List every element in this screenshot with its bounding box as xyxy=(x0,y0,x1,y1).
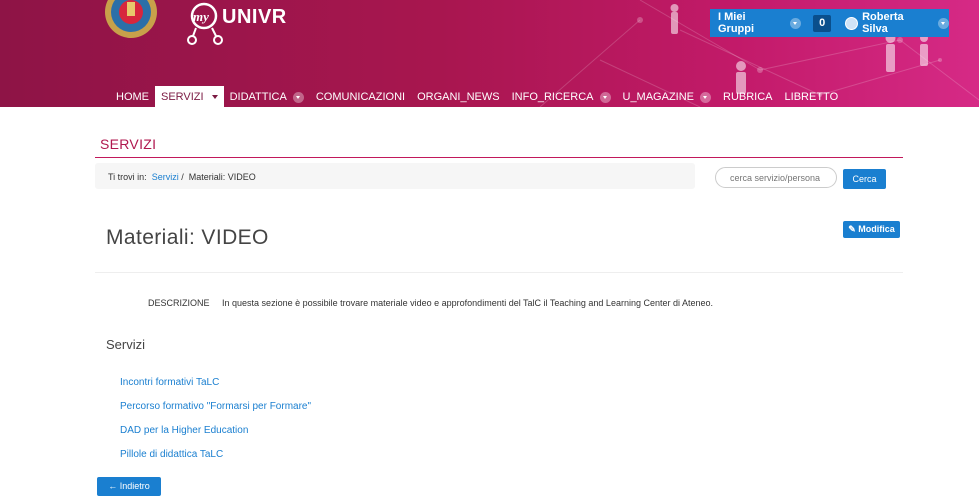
service-link-incontri-formativi[interactable]: Incontri formativi TaLC xyxy=(120,375,311,399)
nav-item-u-magazine[interactable]: U_MAGAZINE xyxy=(617,86,718,107)
breadcrumb-prefix: Ti trovi in: xyxy=(108,172,147,182)
nav-item-servizi[interactable]: SERVIZI xyxy=(155,86,224,107)
nav-item-libretto[interactable]: LIBRETTO xyxy=(779,86,845,107)
nav-item-home[interactable]: HOME xyxy=(110,86,155,107)
chevron-down-icon xyxy=(790,17,802,29)
chevron-down-icon xyxy=(700,91,712,103)
breadcrumb-link-servizi[interactable]: Servizi xyxy=(152,172,179,182)
nav-item-info-ricerca[interactable]: INFO_RICERCA xyxy=(506,86,617,107)
logo-text: UNIVR xyxy=(222,6,287,28)
back-button-label: Indietro xyxy=(119,481,150,491)
breadcrumb-current: Materiali: VIDEO xyxy=(188,172,256,182)
page-title: Materiali: VIDEO xyxy=(106,226,269,249)
service-link-dad-higher-education[interactable]: DAD per la Higher Education xyxy=(120,423,311,447)
service-link-pillole-didattica[interactable]: Pillole di didattica TaLC xyxy=(120,447,311,471)
notification-count-badge[interactable]: 0 xyxy=(813,14,832,32)
description-text: In questa sezione è possibile trovare ma… xyxy=(222,298,714,308)
site-header: my UNIVR I Miei Gruppi 0 Roberta Silva H… xyxy=(0,0,979,107)
groups-label: I Miei Gruppi xyxy=(718,11,755,35)
main-nav: HOME SERVIZI DIDATTICA COMUNICAZIONI ORG… xyxy=(110,86,844,107)
svg-text:my: my xyxy=(193,9,209,24)
service-links-list: Incontri formativi TaLC Percorso formati… xyxy=(120,375,311,471)
section-divider xyxy=(95,157,903,158)
breadcrumb-separator: / xyxy=(181,172,184,182)
nav-item-rubrica[interactable]: RUBRICA xyxy=(717,86,779,107)
search-input[interactable] xyxy=(715,167,837,188)
pencil-icon: ✎ xyxy=(848,224,856,234)
university-crest-icon[interactable] xyxy=(103,0,159,40)
chevron-down-icon xyxy=(211,95,218,99)
breadcrumb: Ti trovi in: Servizi / Materiali: VIDEO xyxy=(108,172,256,182)
nav-item-comunicazioni[interactable]: COMUNICAZIONI xyxy=(310,86,411,107)
title-divider xyxy=(95,272,903,273)
description: DESCRIZIONE In questa sezione è possibil… xyxy=(148,298,713,308)
chevron-down-icon xyxy=(599,91,611,103)
search-button[interactable]: Cerca xyxy=(843,169,886,189)
back-button[interactable]: ← Indietro xyxy=(97,477,161,496)
user-toolbar: I Miei Gruppi 0 Roberta Silva xyxy=(710,9,949,37)
edit-button-label: Modifica xyxy=(858,224,895,234)
chevron-down-icon xyxy=(292,91,304,103)
nav-item-didattica[interactable]: DIDATTICA xyxy=(224,86,310,107)
services-heading: Servizi xyxy=(106,337,146,352)
user-name[interactable]: Roberta Silva xyxy=(862,11,932,35)
description-label: DESCRIZIONE xyxy=(148,298,210,308)
edit-button[interactable]: ✎ Modifica xyxy=(843,221,900,238)
chevron-down-icon[interactable] xyxy=(938,17,949,29)
groups-menu[interactable]: I Miei Gruppi xyxy=(710,11,802,35)
section-title: SERVIZI xyxy=(100,136,157,152)
nav-item-organi-news[interactable]: ORGANI_NEWS xyxy=(411,86,506,107)
service-link-percorso-formativo[interactable]: Percorso formativo "Formarsi per Formare… xyxy=(120,399,311,423)
myunivr-logo-icon[interactable]: my xyxy=(184,2,224,46)
avatar[interactable] xyxy=(845,16,859,30)
arrow-left-icon: ← xyxy=(108,481,118,491)
